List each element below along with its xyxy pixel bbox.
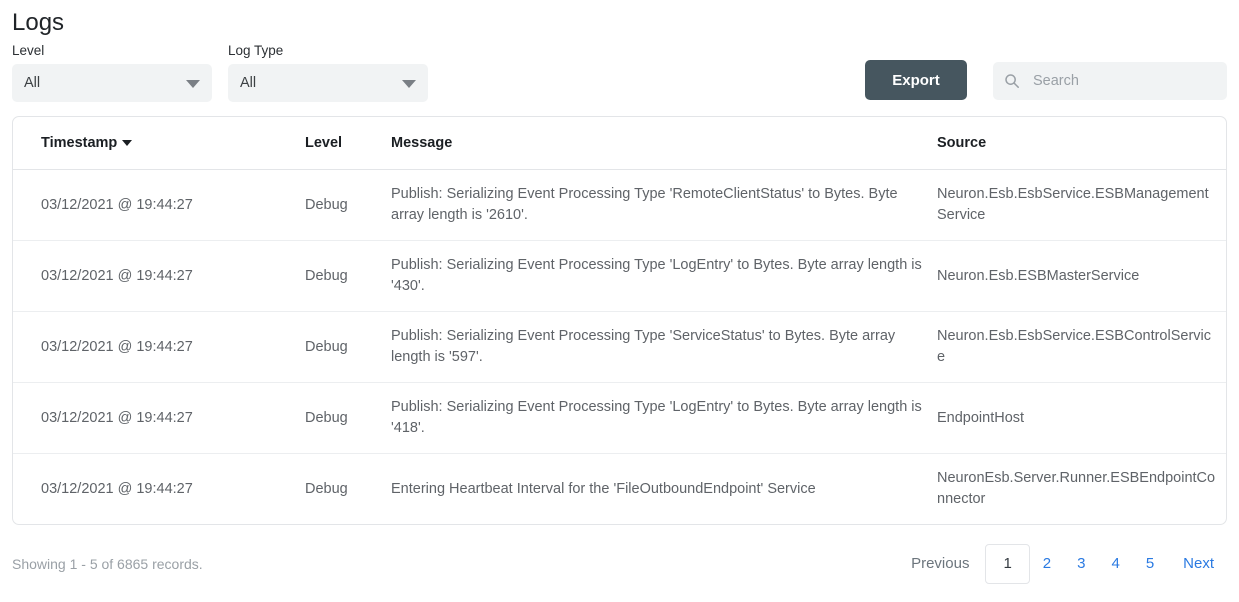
cell-message: Entering Heartbeat Interval for the 'Fil… (391, 480, 816, 497)
cell-message: Publish: Serializing Event Processing Ty… (391, 311, 937, 383)
export-button[interactable]: Export (865, 60, 967, 100)
pagination-page-1[interactable]: 1 (985, 544, 1030, 584)
table-row[interactable]: 03/12/2021 @ 19:44:27 Debug Publish: Ser… (13, 240, 1226, 312)
sort-desc-icon (122, 140, 133, 147)
cell-timestamp: 03/12/2021 @ 19:44:27 (13, 311, 305, 383)
filter-toolbar: Level All Log Type All Export (12, 43, 1227, 102)
search-icon (1004, 73, 1020, 89)
cell-message: Publish: Serializing Event Processing Ty… (391, 240, 937, 312)
logs-page: Logs Level All Log Type All Export Searc… (0, 6, 1239, 602)
cell-timestamp: 03/12/2021 @ 19:44:27 (13, 169, 305, 241)
records-count: Showing 1 - 5 of 6865 records. (12, 556, 203, 572)
pagination-page-3[interactable]: 3 (1064, 545, 1098, 583)
level-filter-label: Level (12, 43, 45, 58)
pagination-page-5[interactable]: 5 (1133, 545, 1167, 583)
cell-message: Publish: Serializing Event Processing Ty… (391, 382, 937, 454)
cell-timestamp: 03/12/2021 @ 19:44:27 (13, 240, 305, 312)
table-row[interactable]: 03/12/2021 @ 19:44:27 Debug Publish: Ser… (13, 311, 1226, 383)
pagination-page-4[interactable]: 4 (1098, 545, 1132, 583)
chevron-down-icon (402, 80, 416, 88)
log-type-filter: Log Type All (228, 43, 428, 102)
logs-table: Timestamp Level Message Source 03/12/202… (13, 117, 1226, 525)
table-row[interactable]: 03/12/2021 @ 19:44:27 Debug Entering Hea… (13, 454, 1226, 525)
pagination-next[interactable]: Next (1167, 545, 1227, 583)
column-header-message[interactable]: Message (391, 117, 937, 170)
column-header-level[interactable]: Level (305, 117, 391, 170)
cell-source: NeuronEsb.Server.Runner.ESBEndpointConne… (937, 470, 1216, 507)
logs-table-card: Timestamp Level Message Source 03/12/202… (12, 116, 1227, 525)
level-filter: Level All (12, 43, 212, 102)
column-header-timestamp[interactable]: Timestamp (13, 117, 305, 170)
pagination: Previous 1 2 3 4 5 Next (898, 544, 1227, 584)
cell-source: EndpointHost (937, 382, 1226, 454)
search-field[interactable] (993, 62, 1227, 100)
cell-level: Debug (305, 382, 391, 454)
cell-source: Neuron.Esb.EsbService.ESBControlService (937, 311, 1226, 383)
log-type-filter-select[interactable]: All (228, 64, 428, 102)
log-type-filter-label: Log Type (228, 43, 284, 58)
logs-table-body: 03/12/2021 @ 19:44:27 Debug Publish: Ser… (13, 169, 1226, 525)
chevron-down-icon (186, 80, 200, 88)
table-footer: Showing 1 - 5 of 6865 records. Previous … (12, 544, 1227, 584)
logs-table-head: Timestamp Level Message Source (13, 117, 1226, 170)
pagination-previous[interactable]: Previous (898, 545, 985, 583)
cell-level: Debug (305, 169, 391, 241)
cell-level: Debug (305, 480, 348, 497)
cell-message: Publish: Serializing Event Processing Ty… (391, 169, 937, 241)
column-header-source[interactable]: Source (937, 117, 1226, 170)
cell-source: Neuron.Esb.ESBMasterService (937, 240, 1226, 312)
cell-level: Debug (305, 240, 391, 312)
search-input[interactable] (1031, 72, 1215, 90)
cell-level: Debug (305, 311, 391, 383)
log-type-filter-value: All (240, 75, 257, 91)
table-header-row: Timestamp Level Message Source (13, 117, 1226, 170)
page-title: Logs (12, 9, 65, 36)
level-filter-select[interactable]: All (12, 64, 212, 102)
table-row[interactable]: 03/12/2021 @ 19:44:27 Debug Publish: Ser… (13, 169, 1226, 241)
cell-source: Neuron.Esb.EsbService.ESBManagementServi… (937, 169, 1226, 241)
level-filter-value: All (24, 75, 41, 91)
cell-timestamp: 03/12/2021 @ 19:44:27 (13, 382, 305, 454)
cell-timestamp: 03/12/2021 @ 19:44:27 (41, 480, 193, 497)
pagination-page-2[interactable]: 2 (1030, 545, 1064, 583)
column-header-timestamp-label: Timestamp (41, 135, 118, 151)
table-row[interactable]: 03/12/2021 @ 19:44:27 Debug Publish: Ser… (13, 382, 1226, 454)
